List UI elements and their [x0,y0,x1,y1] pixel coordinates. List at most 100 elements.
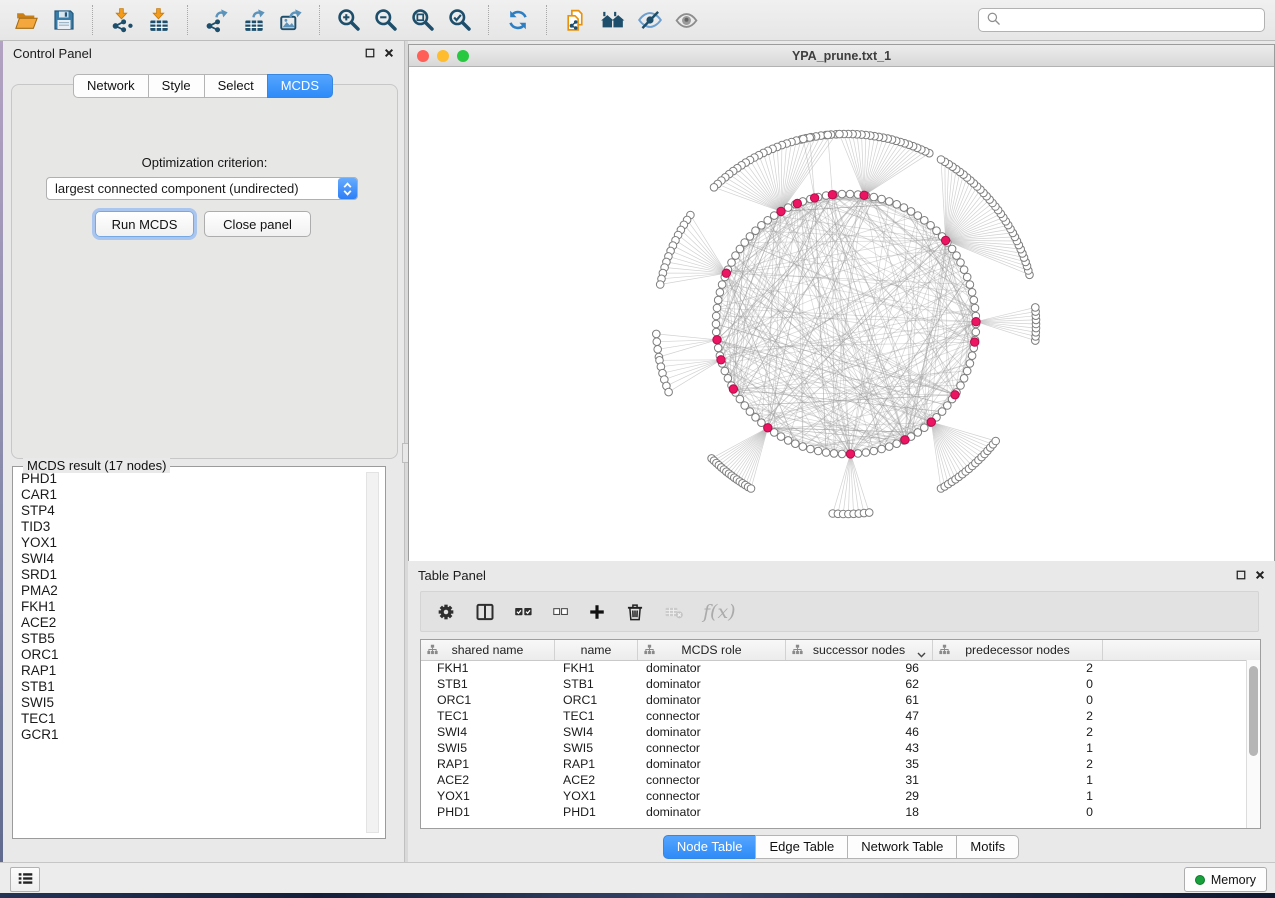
tab-style[interactable]: Style [148,74,205,98]
split-columns-icon[interactable] [475,602,495,622]
settings-icon[interactable] [436,602,456,622]
table-cell: TEC1 [555,709,638,723]
table-row[interactable]: ORC1ORC1dominator610 [421,692,1246,708]
select-all-columns-icon[interactable] [514,602,533,621]
network-window-titlebar[interactable]: YPA_prune.txt_1 [409,45,1274,67]
mcds-result-box: MCDS result (17 nodes) PHD1CAR1STP4TID3Y… [12,466,386,839]
table-cell: 1 [933,741,1103,755]
tab-node-table[interactable]: Node Table [663,835,757,859]
tab-select[interactable]: Select [204,74,268,98]
table-cell: 0 [933,805,1103,819]
column-header-name[interactable]: name [555,640,638,660]
column-header-filler [1103,640,1260,660]
mcds-result-item[interactable]: SWI4 [21,551,365,567]
table-row[interactable]: PHD1PHD1dominator180 [421,804,1246,820]
mcds-result-item[interactable]: GCR1 [21,727,365,743]
export-network-icon[interactable] [200,4,233,36]
delete-column-icon[interactable] [625,602,645,622]
table-cell: 0 [933,693,1103,707]
memory-button[interactable]: Memory [1184,867,1267,892]
zoom-fit-icon[interactable] [406,4,439,36]
export-image-icon[interactable] [274,4,307,36]
refresh-icon[interactable] [501,4,534,36]
float-table-panel-icon[interactable] [1236,568,1246,583]
close-panel-button[interactable]: Close panel [204,211,311,237]
mcds-result-item[interactable]: YOX1 [21,535,365,551]
export-table-icon[interactable] [237,4,270,36]
first-neighbors-icon[interactable] [596,4,629,36]
table-row[interactable]: STB1STB1dominator620 [421,676,1246,692]
zoom-in-icon[interactable] [332,4,365,36]
zoom-selected-icon[interactable] [443,4,476,36]
network-canvas[interactable] [409,67,1274,561]
function-builder-icon: f(x) [703,601,736,623]
hide-selected-icon[interactable] [633,4,666,36]
column-header-predecessor-nodes[interactable]: predecessor nodes [933,640,1103,660]
memory-label: Memory [1211,873,1256,887]
table-row[interactable]: YOX1YOX1connector291 [421,788,1246,804]
mcds-result-item[interactable]: RAP1 [21,663,365,679]
table-row[interactable]: TEC1TEC1connector472 [421,708,1246,724]
mcds-result-item[interactable]: TEC1 [21,711,365,727]
mcds-result-item[interactable]: STP4 [21,503,365,519]
unselect-all-columns-icon[interactable] [552,603,569,620]
optimization-criterion-select[interactable]: largest connected component (undirected) [46,177,358,200]
tab-mcds[interactable]: MCDS [267,74,333,98]
tab-network[interactable]: Network [73,74,149,98]
table-cell: 43 [786,741,933,755]
table-row[interactable]: ACE2ACE2connector311 [421,772,1246,788]
table-cell: 31 [786,773,933,787]
show-panels-button[interactable] [10,867,40,892]
search-input[interactable] [1006,12,1257,28]
import-network-icon[interactable] [105,4,138,36]
import-table-icon[interactable] [142,4,175,36]
tab-network-table[interactable]: Network Table [847,835,957,859]
table-cell: connector [638,773,786,787]
mcds-result-item[interactable]: FKH1 [21,599,365,615]
run-mcds-button[interactable]: Run MCDS [95,211,194,237]
table-cell: dominator [638,677,786,691]
table-scrollbar[interactable] [1246,660,1260,828]
add-column-icon[interactable] [588,603,606,621]
close-panel-icon[interactable] [384,46,394,61]
table-cell: PHD1 [421,805,555,819]
mcds-result-item[interactable]: STB1 [21,679,365,695]
mcds-result-item[interactable]: PHD1 [21,471,365,487]
search-box[interactable] [978,8,1265,32]
float-panel-icon[interactable] [365,46,375,61]
mcds-result-item[interactable]: PMA2 [21,583,365,599]
tab-motifs[interactable]: Motifs [956,835,1019,859]
mcds-result-item[interactable]: SWI5 [21,695,365,711]
column-header-MCDS-role[interactable]: MCDS role [638,640,786,660]
close-table-panel-icon[interactable] [1255,568,1265,583]
zoom-out-icon[interactable] [369,4,402,36]
status-bar: Memory [0,862,1275,893]
mcds-result-item[interactable]: ACE2 [21,615,365,631]
mcds-result-item[interactable]: CAR1 [21,487,365,503]
duplicate-network-icon[interactable] [559,4,592,36]
show-all-icon[interactable] [670,4,703,36]
toolbar-separator [488,5,489,35]
mcds-result-item[interactable]: TID3 [21,519,365,535]
table-row[interactable]: SWI5SWI5connector431 [421,740,1246,756]
table-cell: FKH1 [555,661,638,675]
tab-edge-table[interactable]: Edge Table [755,835,848,859]
table-row[interactable]: SWI4SWI4dominator462 [421,724,1246,740]
table-cell: FKH1 [421,661,555,675]
mcds-result-scrollbar[interactable] [366,472,379,833]
table-scrollbar-thumb[interactable] [1249,666,1258,756]
table-cell: YOX1 [555,789,638,803]
open-folder-icon[interactable] [10,4,43,36]
save-icon[interactable] [47,4,80,36]
mcds-result-item[interactable]: SRD1 [21,567,365,583]
column-header-successor-nodes[interactable]: successor nodes [786,640,933,660]
mcds-result-list[interactable]: PHD1CAR1STP4TID3YOX1SWI4SRD1PMA2FKH1ACE2… [15,471,365,834]
column-header-shared-name[interactable]: shared name [421,640,555,660]
table-row[interactable]: FKH1FKH1dominator962 [421,660,1246,676]
table-cell: ACE2 [555,773,638,787]
table-row[interactable]: RAP1RAP1dominator352 [421,756,1246,772]
table-cell: 1 [933,789,1103,803]
mcds-result-item[interactable]: STB5 [21,631,365,647]
table-cell: 18 [786,805,933,819]
mcds-result-item[interactable]: ORC1 [21,647,365,663]
